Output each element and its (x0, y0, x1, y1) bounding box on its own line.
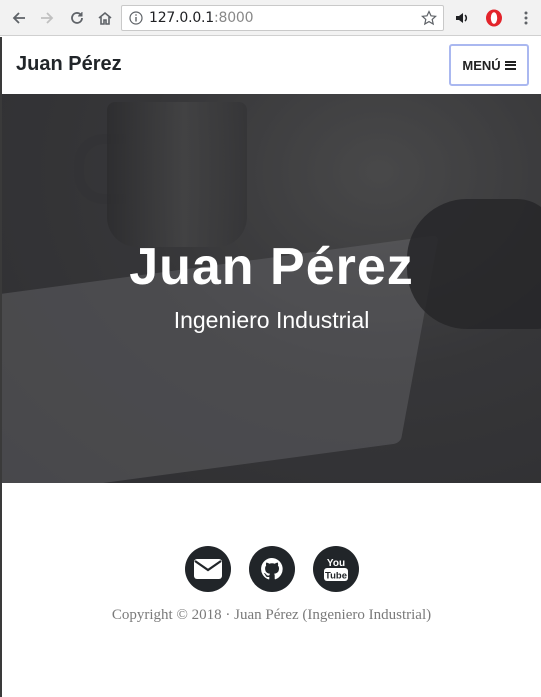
site-navbar: Juan Pérez MENÚ (2, 37, 541, 94)
arrow-right-icon (41, 11, 54, 24)
menu-toggle-button[interactable]: MENÚ (449, 44, 529, 86)
hero-section: Juan Pérez Ingeniero Industrial (2, 94, 541, 483)
page-viewport: Juan Pérez MENÚ Juan Pérez Ingeniero Ind… (0, 37, 541, 697)
opera-extension-button[interactable] (485, 9, 503, 27)
forward-button[interactable] (36, 7, 58, 29)
home-button[interactable] (94, 7, 116, 29)
youtube-tube-text: Tube (325, 571, 347, 582)
github-link[interactable] (249, 546, 295, 592)
youtube-you-text: You (327, 558, 345, 569)
audio-extension-button[interactable] (453, 9, 471, 27)
browser-toolbar: 127.0.0.1:8000 (0, 0, 541, 36)
back-button[interactable] (8, 7, 30, 29)
site-footer: You Tube Copyright © 2018 · Juan Pérez (… (2, 483, 541, 697)
copyright-text: Copyright © 2018 · Juan Pérez (Ingeniero… (111, 607, 432, 623)
address-bar[interactable]: 127.0.0.1:8000 (121, 5, 444, 31)
hero-subtitle: Ingeniero Industrial (173, 307, 370, 333)
envelope-icon (194, 559, 222, 579)
site-brand[interactable]: Juan Pérez (16, 53, 122, 76)
bookmark-star-icon[interactable] (421, 10, 437, 26)
menu-label: MENÚ (462, 57, 501, 73)
info-icon (129, 11, 143, 25)
browser-menu-button[interactable] (517, 9, 535, 27)
speaker-icon (456, 13, 468, 23)
youtube-icon: You Tube (324, 558, 348, 582)
arrow-left-icon (12, 11, 25, 24)
url-text: 127.0.0.1:8000 (149, 10, 254, 26)
youtube-link[interactable]: You Tube (313, 546, 359, 592)
hamburger-icon (504, 60, 516, 70)
social-links: You Tube (185, 546, 359, 592)
reload-icon (71, 11, 83, 24)
email-link[interactable] (185, 546, 231, 592)
reload-button[interactable] (66, 7, 88, 29)
github-icon (261, 558, 283, 580)
hero-title: Juan Pérez (129, 238, 414, 296)
kebab-menu-icon (524, 11, 528, 25)
home-icon (98, 11, 112, 25)
opera-icon (486, 9, 502, 27)
